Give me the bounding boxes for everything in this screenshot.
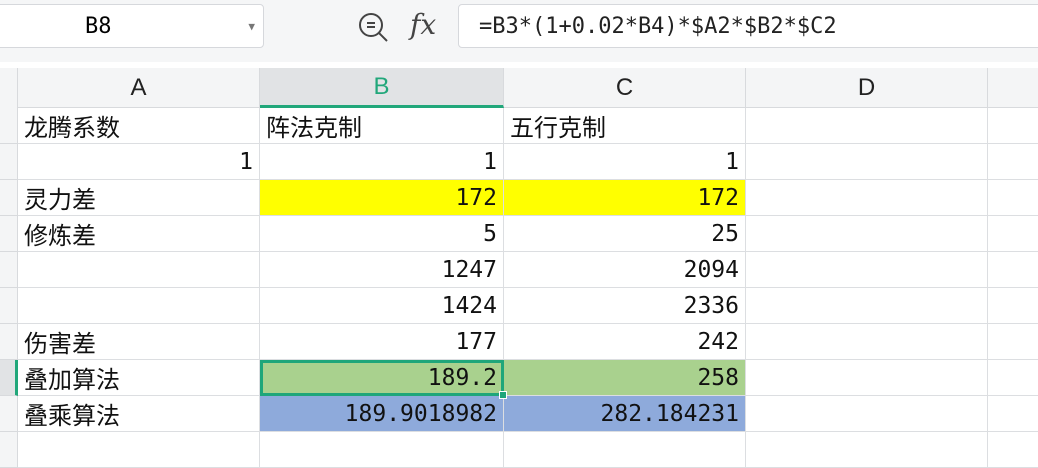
column-header-c[interactable]: C: [504, 68, 746, 108]
cell-c4[interactable]: 25: [504, 216, 746, 252]
cell-e1[interactable]: [988, 108, 1038, 144]
row-header-8[interactable]: [0, 360, 18, 396]
cell-e10[interactable]: [988, 432, 1038, 468]
column-header-a[interactable]: A: [18, 68, 260, 108]
cell-d6[interactable]: [746, 288, 988, 324]
row-header-1[interactable]: [0, 108, 18, 144]
select-all-corner[interactable]: [0, 68, 18, 108]
cell-d10[interactable]: [746, 432, 988, 468]
fill-handle[interactable]: [499, 391, 507, 399]
cell-a6[interactable]: [18, 288, 260, 324]
cell-d5[interactable]: [746, 252, 988, 288]
cell-b6[interactable]: 1424: [260, 288, 504, 324]
cell-c3[interactable]: 172: [504, 180, 746, 216]
formula-input[interactable]: =B3*(1+0.02*B4)*$A2*$B2*$C2: [458, 4, 1038, 48]
cell-b9[interactable]: 189.9018982: [260, 396, 504, 432]
cell-b3[interactable]: 172: [260, 180, 504, 216]
cell-a4[interactable]: 修炼差: [18, 216, 260, 252]
cell-a7[interactable]: 伤害差: [18, 324, 260, 360]
row-header-9[interactable]: [0, 396, 18, 432]
cell-d2[interactable]: [746, 144, 988, 180]
cell-d7[interactable]: [746, 324, 988, 360]
column-header-b[interactable]: B: [260, 68, 504, 108]
cell-e3[interactable]: [988, 180, 1038, 216]
cell-c1[interactable]: 五行克制: [504, 108, 746, 144]
cell-c6[interactable]: 2336: [504, 288, 746, 324]
cell-e9[interactable]: [988, 396, 1038, 432]
row-header-7[interactable]: [0, 324, 18, 360]
cell-c5[interactable]: 2094: [504, 252, 746, 288]
cell-b8[interactable]: 189.2: [260, 360, 504, 396]
cell-a9[interactable]: 叠乘算法: [18, 396, 260, 432]
cell-a5[interactable]: [18, 252, 260, 288]
cell-e6[interactable]: [988, 288, 1038, 324]
cell-a3[interactable]: 灵力差: [18, 180, 260, 216]
cell-b2[interactable]: 1: [260, 144, 504, 180]
cell-b5[interactable]: 1247: [260, 252, 504, 288]
formula-bar: B8 ▼ fx =B3*(1+0.02*B4)*$A2*$B2*$C2: [0, 0, 1038, 62]
cell-e2[interactable]: [988, 144, 1038, 180]
row-header-3[interactable]: [0, 180, 18, 216]
cell-d4[interactable]: [746, 216, 988, 252]
cell-e5[interactable]: [988, 252, 1038, 288]
fx-icon[interactable]: fx: [410, 8, 436, 41]
cell-d3[interactable]: [746, 180, 988, 216]
cell-d9[interactable]: [746, 396, 988, 432]
cell-a1[interactable]: 龙腾系数: [18, 108, 260, 144]
cell-e7[interactable]: [988, 324, 1038, 360]
zoom-formula-icon[interactable]: [356, 10, 392, 46]
cell-d1[interactable]: [746, 108, 988, 144]
cell-e4[interactable]: [988, 216, 1038, 252]
cell-b4[interactable]: 5: [260, 216, 504, 252]
cell-c2[interactable]: 1: [504, 144, 746, 180]
cell-c7[interactable]: 242: [504, 324, 746, 360]
row-header-4[interactable]: [0, 216, 18, 252]
cell-a2[interactable]: 1: [18, 144, 260, 180]
chevron-down-icon[interactable]: ▼: [248, 20, 255, 33]
cell-b10[interactable]: [260, 432, 504, 468]
column-header-d[interactable]: D: [746, 68, 988, 108]
cell-c8[interactable]: 258: [504, 360, 746, 396]
cell-c9[interactable]: 282.184231: [504, 396, 746, 432]
row-header-6[interactable]: [0, 288, 18, 324]
name-box[interactable]: B8 ▼: [0, 4, 264, 48]
cell-e8[interactable]: [988, 360, 1038, 396]
cell-a8[interactable]: 叠加算法: [18, 360, 260, 396]
name-box-value: B8: [85, 13, 112, 39]
column-header-e[interactable]: [988, 68, 1038, 108]
row-header-10[interactable]: [0, 432, 18, 468]
row-header-5[interactable]: [0, 252, 18, 288]
row-header-2[interactable]: [0, 144, 18, 180]
cell-b7[interactable]: 177: [260, 324, 504, 360]
cell-d8[interactable]: [746, 360, 988, 396]
cell-c10[interactable]: [504, 432, 746, 468]
cell-a10[interactable]: [18, 432, 260, 468]
cell-b1[interactable]: 阵法克制: [260, 108, 504, 144]
